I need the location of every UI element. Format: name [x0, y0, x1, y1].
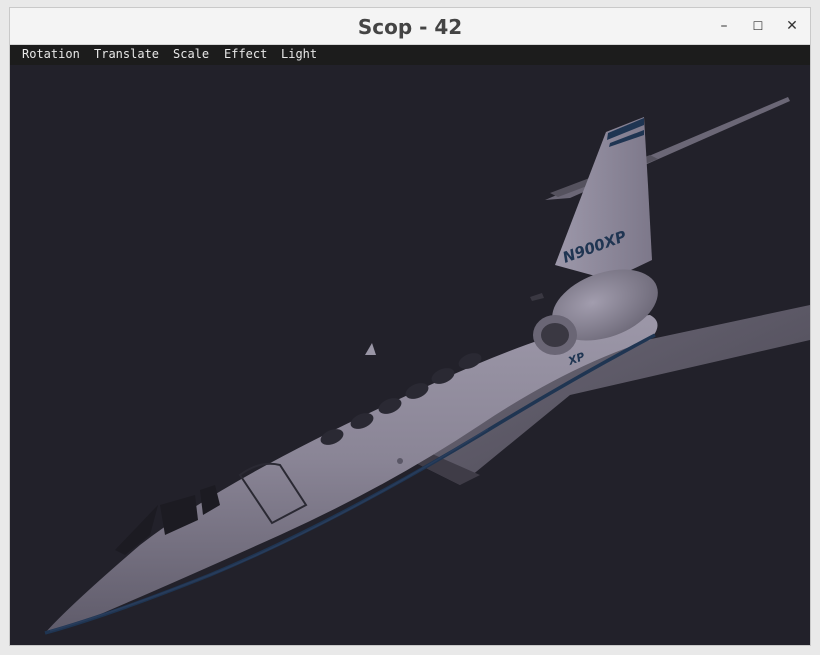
menu-rotation[interactable]: Rotation [22, 47, 80, 61]
menu-scale[interactable]: Scale [173, 47, 209, 61]
aircraft-model: N900XP XP [44, 97, 810, 635]
menu-light[interactable]: Light [281, 47, 317, 61]
app-window: Scop - 42 – ☐ ✕ Rotation Translate Scale… [10, 8, 810, 645]
menu-effect[interactable]: Effect [224, 47, 267, 61]
render-viewport[interactable]: N900XP XP [10, 65, 810, 645]
fuselage [45, 315, 658, 633]
menu-translate[interactable]: Translate [94, 47, 159, 61]
menu-bar: Rotation Translate Scale Effect Light [10, 45, 810, 65]
title-bar[interactable]: Scop - 42 – ☐ ✕ [10, 8, 810, 45]
window-title: Scop - 42 [357, 15, 463, 39]
close-button[interactable]: ✕ [780, 14, 804, 38]
maximize-button[interactable]: ☐ [746, 14, 770, 38]
minimize-button[interactable]: – [712, 14, 736, 38]
